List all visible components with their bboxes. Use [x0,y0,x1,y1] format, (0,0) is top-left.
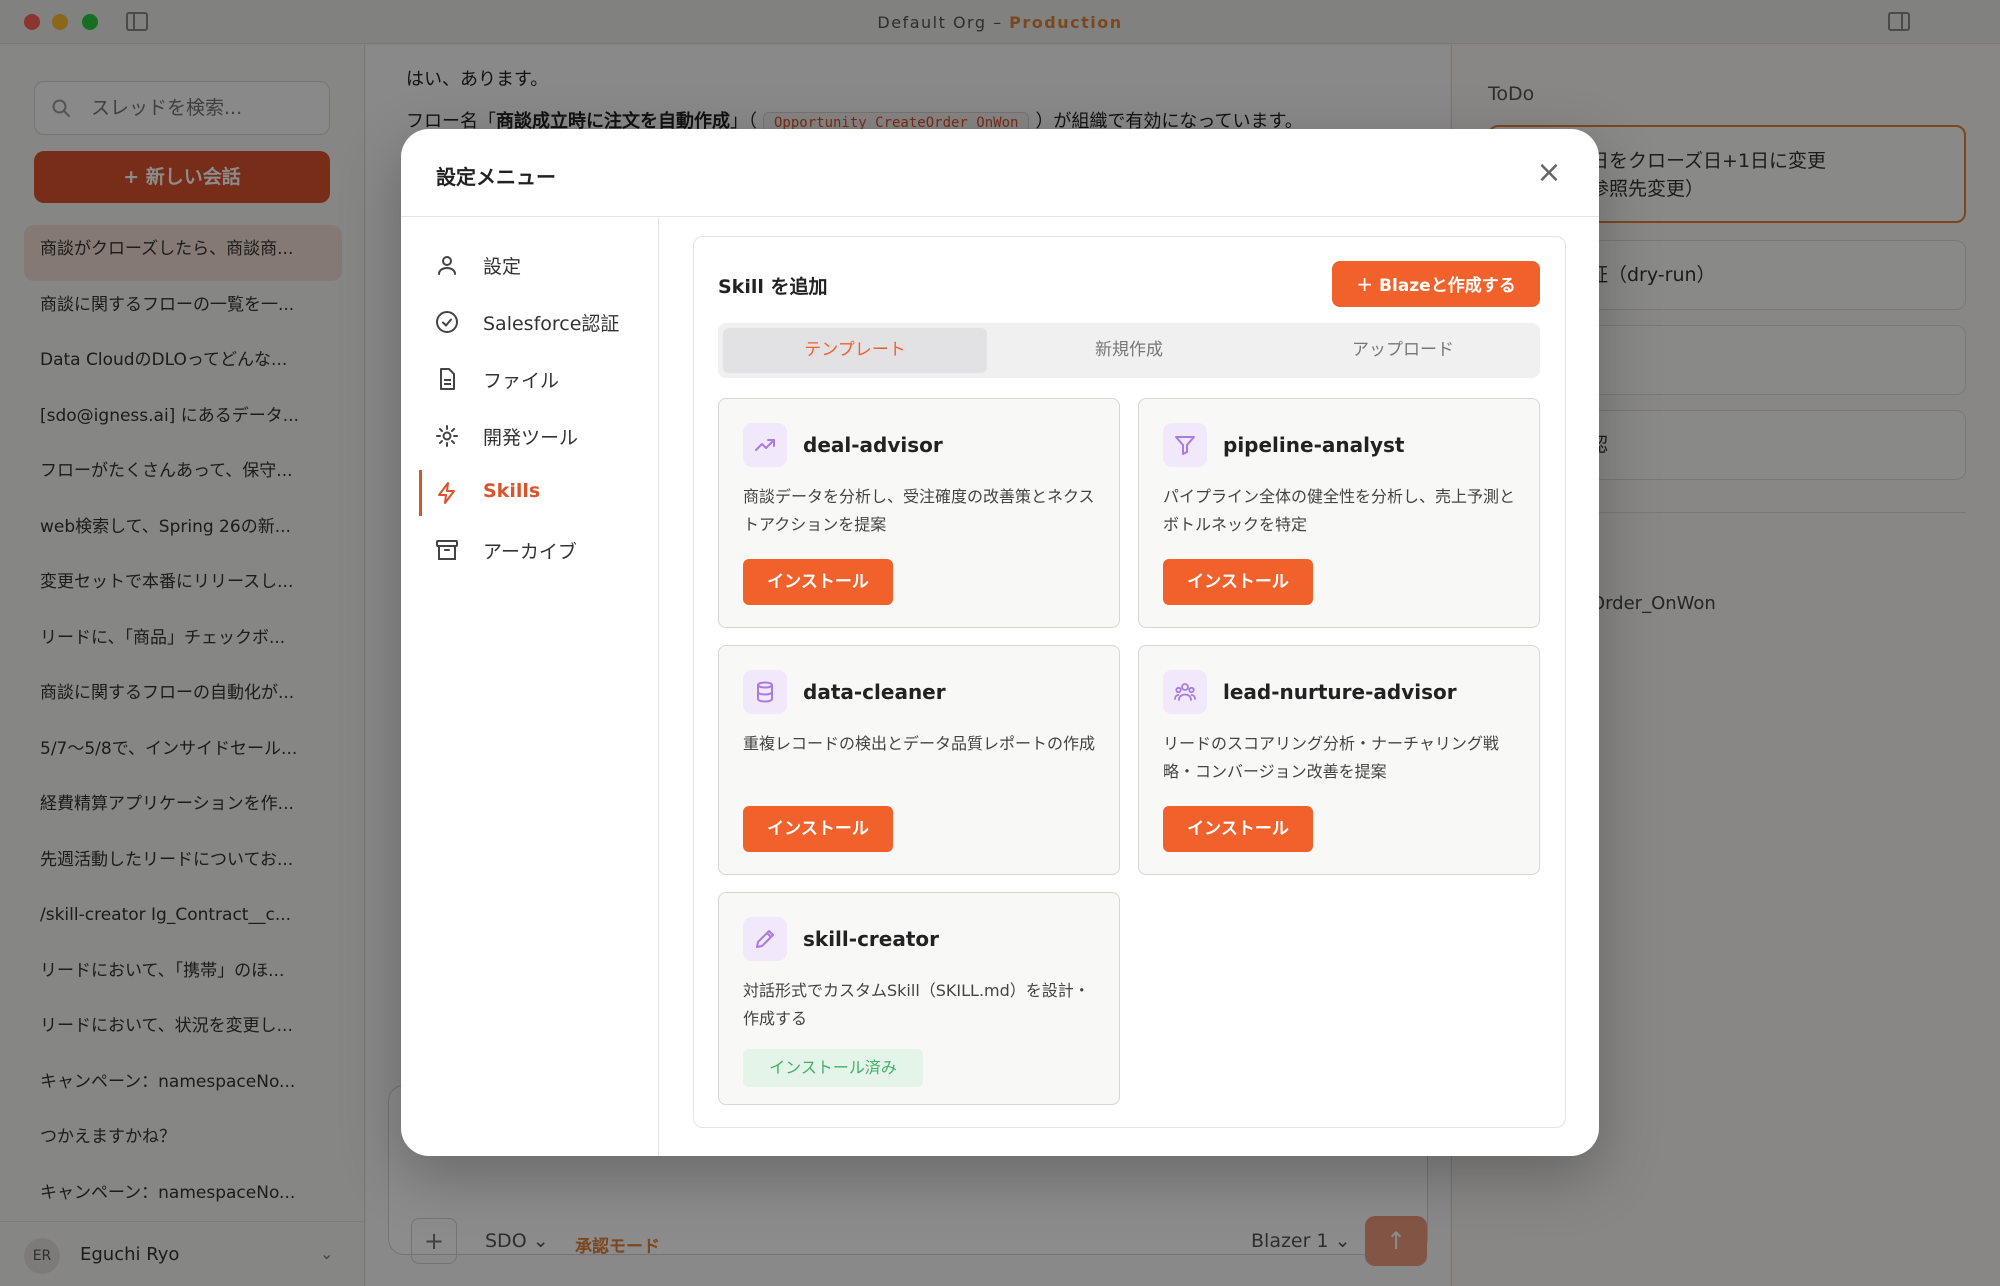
skill-name: skill-creator [803,927,940,951]
nav-item-salesforce-auth[interactable]: Salesforce認証 [417,297,643,347]
tab-new[interactable]: 新規作成 [997,328,1261,373]
nav-item-skills[interactable]: Skills [417,468,643,518]
install-button[interactable]: インストール [1163,806,1313,852]
gear-icon [436,425,458,447]
nav-label: 設定 [483,256,522,278]
tab-upload[interactable]: アップロード [1271,328,1535,373]
install-button[interactable]: インストール [743,559,893,605]
close-icon[interactable]: × [1531,155,1567,191]
install-button[interactable]: インストール [1163,559,1313,605]
nav-label: 開発ツール [483,427,579,449]
users-icon [1163,670,1207,714]
skill-card-pipeline-analyst: pipeline-analyst パイプライン全体の健全性を分析し、売上予測とボ… [1138,398,1540,628]
skills-panel-title: Skill を追加 [718,276,828,298]
nav-item-archive[interactable]: アーカイブ [417,525,643,575]
nav-label: Salesforce認証 [483,313,620,335]
settings-modal: 設定メニュー × 設定 Salesforce認証 ファイル 開発ツール Skil… [401,129,1599,1156]
skill-card-skill-creator: skill-creator 対話形式でカスタムSkill（SKILL.md）を設… [718,892,1120,1105]
nav-label: Skills [483,480,541,502]
funnel-icon [1163,423,1207,467]
installed-badge: インストール済み [743,1049,923,1087]
nav-item-settings[interactable]: 設定 [417,240,643,290]
skill-source-tabs: テンプレート 新規作成 アップロード [718,323,1540,378]
skill-name: data-cleaner [803,680,946,704]
skill-card-lead-nurture-advisor: lead-nurture-advisor リードのスコアリング分析・ナーチャリン… [1138,645,1540,875]
user-icon [438,256,456,275]
create-with-blaze-button[interactable]: + Blazeと作成する [1332,261,1540,307]
modal-title: 設定メニュー [436,165,556,189]
skill-card-data-cleaner: data-cleaner 重複レコードの検出とデータ品質レポートの作成 インスト… [718,645,1120,875]
skill-description: 商談データを分析し、受注確度の改善策とネクストアクションを提案 [743,487,1095,534]
skill-name: deal-advisor [803,433,943,457]
archive-icon [436,540,458,560]
create-with-blaze-label: Blazeと作成する [1379,276,1516,296]
skill-description: 対話形式でカスタムSkill（SKILL.md）を設計・作成する [743,981,1090,1028]
skill-description: パイプライン全体の健全性を分析し、売上予測とボトルネックを特定 [1163,487,1516,534]
skill-description: 重複レコードの検出とデータ品質レポートの作成 [743,734,1096,753]
plus-icon: + [1356,272,1374,296]
nav-label: アーカイブ [483,541,577,563]
lightning-icon [438,482,455,504]
check-circle-icon [436,311,458,333]
pencil-icon [743,917,787,961]
skill-name: pipeline-analyst [1223,433,1405,457]
tab-template[interactable]: テンプレート [723,328,987,373]
database-icon [743,670,787,714]
skill-description: リードのスコアリング分析・ナーチャリング戦略・コンバージョン改善を提案 [1163,734,1499,781]
nav-item-files[interactable]: ファイル [417,354,643,404]
settings-nav: 設定 Salesforce認証 ファイル 開発ツール Skills アーカイブ [401,218,659,1156]
skills-panel: Skill を追加 + Blazeと作成する テンプレート 新規作成 アップロード… [693,236,1566,1128]
skill-card-deal-advisor: deal-advisor 商談データを分析し、受注確度の改善策とネクストアクショ… [718,398,1120,628]
nav-label: ファイル [483,370,560,392]
trending-up-icon [743,423,787,467]
modal-header: 設定メニュー × [401,129,1599,217]
install-button[interactable]: インストール [743,806,893,852]
file-icon [440,368,455,390]
skill-name: lead-nurture-advisor [1223,680,1457,704]
nav-item-dev-tools[interactable]: 開発ツール [417,411,643,461]
